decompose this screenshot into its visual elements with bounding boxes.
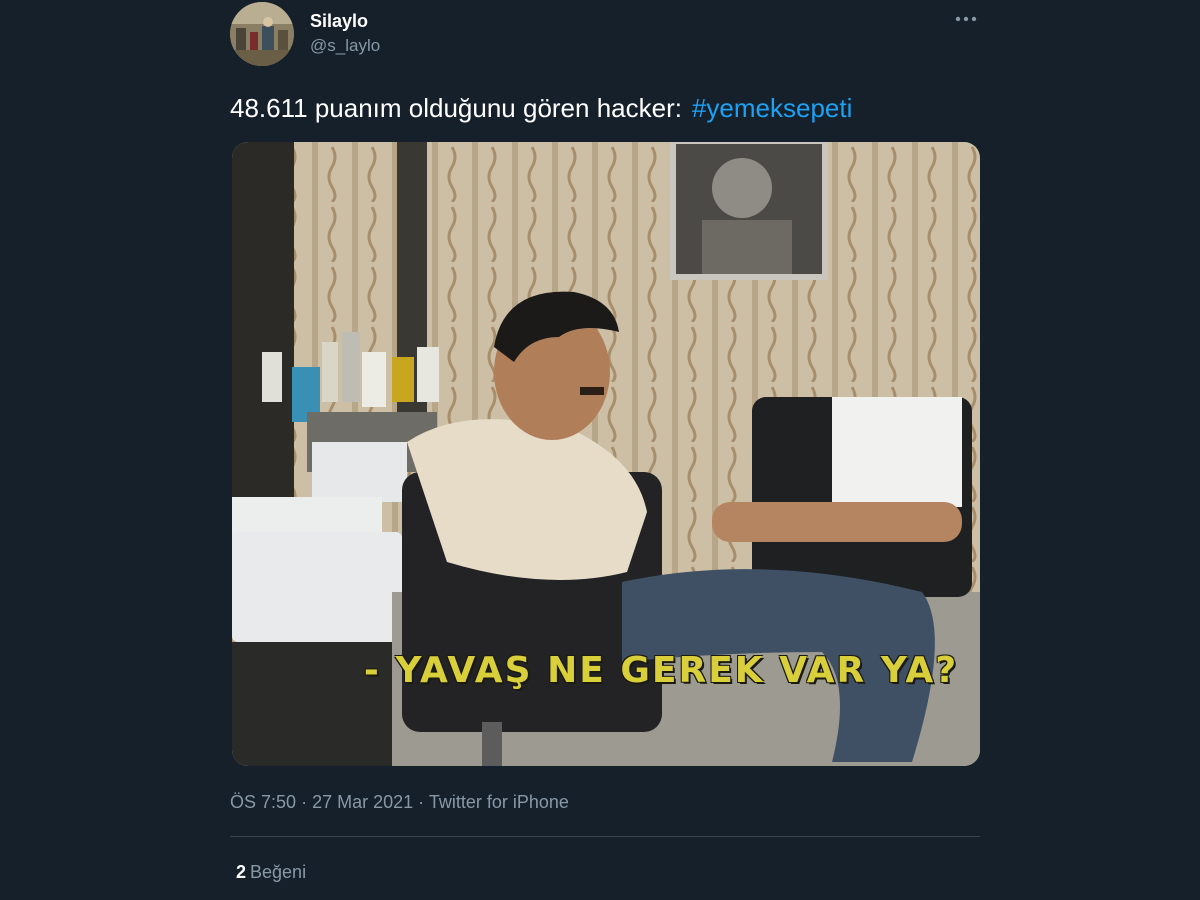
- tweet-media-image[interactable]: - YAVAŞ NE GEREK VAR YA?: [232, 142, 980, 766]
- user-avatar-photo-icon: [230, 2, 294, 66]
- hashtag-link[interactable]: #yemeksepeti: [692, 93, 852, 123]
- author-names: Silaylo @s_laylo: [310, 10, 380, 57]
- meta-separator: ·: [418, 792, 425, 812]
- likes-stat[interactable]: 2 Beğeni: [236, 860, 306, 884]
- divider: [230, 836, 980, 837]
- tweet-date[interactable]: 27 Mar 2021: [312, 792, 413, 812]
- tweet-meta: ÖS 7:50 · 27 Mar 2021 · Twitter for iPho…: [230, 790, 569, 814]
- author-handle[interactable]: @s_laylo: [310, 35, 380, 57]
- video-subtitle: - YAVAŞ NE GEREK VAR YA?: [363, 650, 959, 691]
- tweet-body: 48.611 puanım olduğunu gören hacker:: [230, 93, 682, 123]
- tweet-card: Silaylo @s_laylo 48.611 puanım olduğunu …: [230, 0, 980, 900]
- avatar[interactable]: [230, 2, 294, 66]
- author-display-name[interactable]: Silaylo: [310, 10, 380, 32]
- likes-count: 2: [236, 862, 247, 882]
- more-options-icon[interactable]: [954, 10, 978, 28]
- meta-separator: ·: [301, 792, 308, 812]
- tweet-source[interactable]: Twitter for iPhone: [429, 792, 569, 812]
- tweet-time[interactable]: ÖS 7:50: [230, 792, 296, 812]
- tweet-header: Silaylo @s_laylo: [230, 2, 980, 68]
- tweet-page: Silaylo @s_laylo 48.611 puanım olduğunu …: [0, 0, 1200, 900]
- tweet-text: 48.611 puanım olduğunu gören hacker: #yem…: [230, 88, 852, 128]
- likes-label: Beğeni: [250, 862, 307, 882]
